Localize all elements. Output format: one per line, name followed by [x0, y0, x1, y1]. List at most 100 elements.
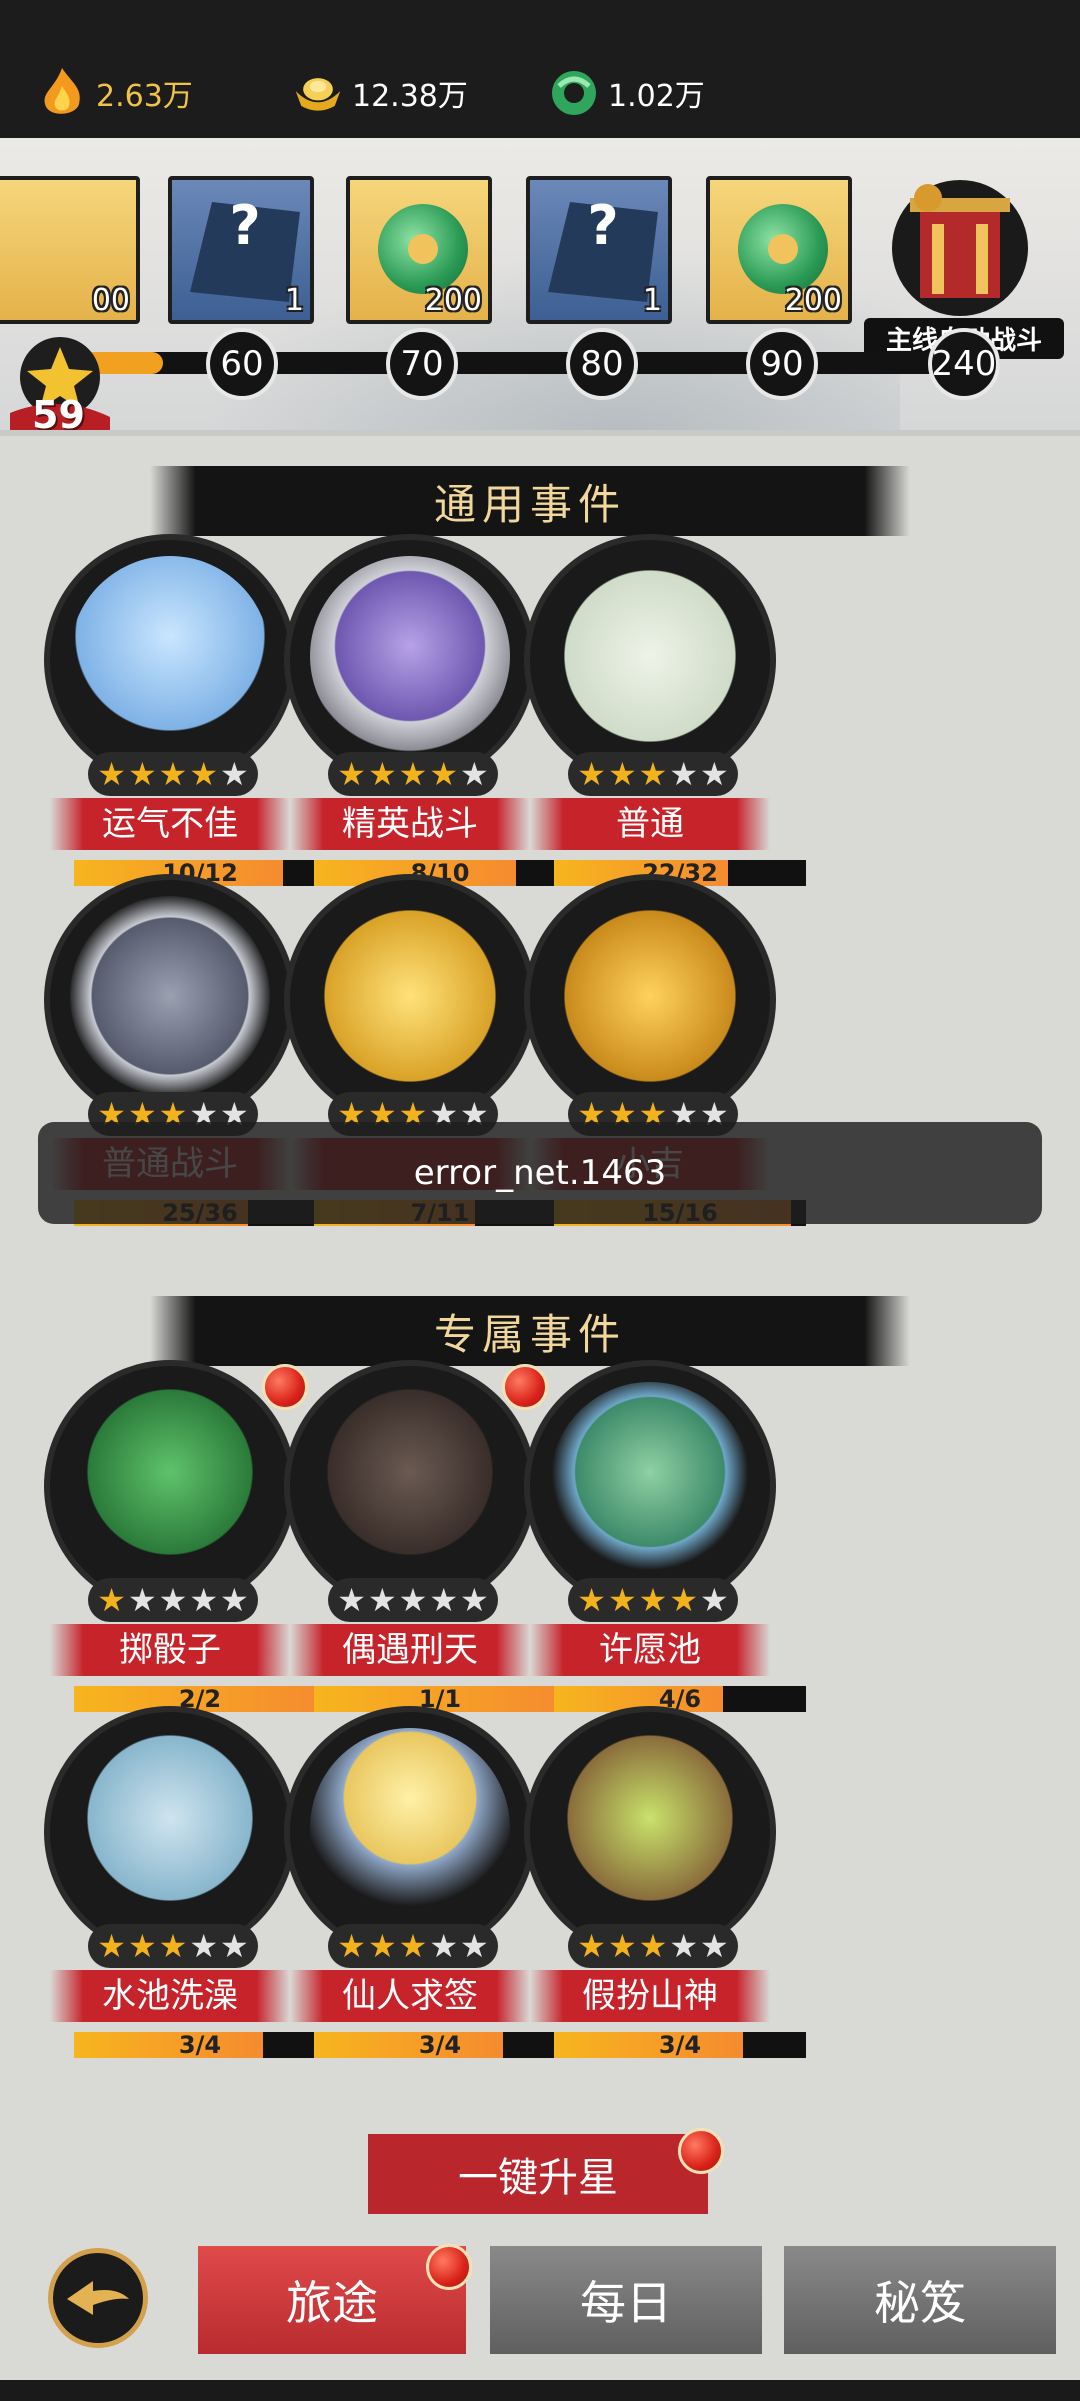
star-rating: ★ ★ ★ ★ ★ — [568, 1578, 738, 1622]
toad-icon — [550, 1382, 750, 1582]
reward-mystery-1[interactable]: ? 1 — [168, 176, 314, 324]
tab-secrets[interactable]: 秘笈 — [784, 2246, 1056, 2354]
reward-partial[interactable]: 00 — [0, 176, 140, 324]
star-filled-icon: ★ — [638, 755, 668, 793]
star-filled-icon: ★ — [158, 1927, 188, 1965]
star-empty-icon: ★ — [700, 755, 729, 793]
star-empty-icon: ★ — [669, 1927, 699, 1965]
reward-jade-1[interactable]: 200 — [346, 176, 492, 324]
star-empty-icon: ★ — [460, 1581, 489, 1619]
milestone-90[interactable]: 90 — [746, 328, 818, 400]
star-filled-icon: ★ — [607, 1927, 637, 1965]
reward-count: 200 — [424, 283, 482, 318]
exclusive-event-card[interactable]: ★ ★ ★ ★ ★ 许愿池 4/6 — [490, 1346, 810, 1716]
star-empty-icon: ★ — [158, 1581, 188, 1619]
milestone-80[interactable]: 80 — [566, 328, 638, 400]
star-rating: ★ ★ ★ ★ ★ — [328, 1924, 498, 1968]
star-empty-icon: ★ — [220, 755, 249, 793]
star-filled-icon: ★ — [158, 755, 188, 793]
beast-icon — [550, 896, 750, 1096]
star-filled-icon: ★ — [607, 755, 637, 793]
back-arrow-icon — [67, 2281, 129, 2315]
star-empty-icon: ★ — [189, 1927, 219, 1965]
star-filled-icon: ★ — [97, 1581, 126, 1619]
star-filled-icon: ★ — [127, 755, 157, 793]
back-button[interactable] — [48, 2248, 148, 2348]
star-filled-icon: ★ — [607, 1581, 637, 1619]
sage-icon — [310, 1728, 510, 1928]
bronze-icon — [310, 896, 510, 1096]
skull-icon — [310, 556, 510, 756]
star-filled-icon: ★ — [398, 755, 428, 793]
notification-dot — [678, 2128, 724, 2174]
reward-count: 200 — [784, 283, 842, 318]
star-empty-icon: ★ — [700, 1581, 729, 1619]
question-icon: ? — [587, 194, 619, 257]
question-icon: ? — [229, 194, 261, 257]
fire-value: 2.63万 — [96, 79, 193, 114]
star-filled-icon: ★ — [669, 1581, 699, 1619]
jade-icon — [548, 67, 600, 119]
star-empty-icon: ★ — [460, 1927, 489, 1965]
star-filled-icon: ★ — [429, 755, 459, 793]
girl-icon — [70, 1728, 270, 1928]
xingtian-icon — [310, 1382, 510, 1582]
star-rating: ★ ★ ★ ★ ★ — [328, 752, 498, 796]
scroll-icon — [550, 556, 750, 756]
star-empty-icon: ★ — [220, 1581, 249, 1619]
star-filled-icon: ★ — [367, 755, 397, 793]
star-filled-icon: ★ — [189, 755, 219, 793]
star-filled-icon: ★ — [97, 755, 126, 793]
event-name: 假扮山神 — [530, 1970, 770, 2022]
star-rating: ★ ★ ★ ★ ★ — [328, 1578, 498, 1622]
star-rating: ★ ★ ★ ★ ★ — [568, 752, 738, 796]
gold-ingot-icon — [292, 67, 344, 119]
level-value: 59 — [32, 393, 85, 436]
frog-icon — [70, 1382, 270, 1582]
resource-gold[interactable]: 12.38万 — [292, 58, 468, 128]
star-filled-icon: ★ — [638, 1927, 668, 1965]
milestone-70[interactable]: 70 — [386, 328, 458, 400]
star-filled-icon: ★ — [577, 1581, 606, 1619]
reward-mystery-2[interactable]: ? 1 — [526, 176, 672, 324]
star-empty-icon: ★ — [127, 1581, 157, 1619]
tab-daily[interactable]: 每日 — [490, 2246, 762, 2354]
mask-icon — [70, 896, 270, 1096]
reward-track: 00 ? 1 200 ? 1 200 59 60 70 80 90 240 — [0, 138, 1080, 436]
star-empty-icon: ★ — [220, 1927, 249, 1965]
star-filled-icon: ★ — [97, 1927, 126, 1965]
star-empty-icon: ★ — [429, 1581, 459, 1619]
star-empty-icon: ★ — [669, 755, 699, 793]
resource-fire[interactable]: 2.63万 — [36, 58, 193, 128]
star-filled-icon: ★ — [577, 755, 606, 793]
mountain-god-icon — [550, 1728, 750, 1928]
resource-jade[interactable]: 1.02万 — [548, 58, 705, 128]
error-toast: error_net.1463 — [38, 1122, 1042, 1224]
gold-value: 12.38万 — [352, 79, 468, 114]
jade-icon — [738, 204, 828, 294]
reward-count: 1 — [284, 283, 304, 318]
milestone-60[interactable]: 60 — [206, 328, 278, 400]
star-filled-icon: ★ — [398, 1927, 428, 1965]
star-filled-icon: ★ — [577, 1927, 606, 1965]
reward-count: 00 — [91, 283, 130, 318]
star-filled-icon: ★ — [337, 755, 366, 793]
reward-jade-2[interactable]: 200 — [706, 176, 852, 324]
jade-value: 1.02万 — [608, 79, 705, 114]
star-filled-icon: ★ — [367, 1927, 397, 1965]
milestone-240[interactable]: 240 — [928, 328, 1000, 400]
star-empty-icon: ★ — [367, 1581, 397, 1619]
star-empty-icon: ★ — [429, 1927, 459, 1965]
exclusive-event-card[interactable]: ★ ★ ★ ★ ★ 假扮山神 3/4 — [490, 1692, 810, 2062]
one-click-upgrade-button[interactable]: 一键升星 — [368, 2134, 708, 2214]
fire-icon — [36, 67, 88, 119]
jade-icon — [378, 204, 468, 294]
system-nav-strip — [0, 2380, 1080, 2401]
level-star-badge: 59 — [10, 333, 110, 436]
notification-dot — [426, 2244, 472, 2290]
star-rating: ★ ★ ★ ★ ★ — [88, 1578, 258, 1622]
resource-bar: 2.63万 12.38万 1.02万 — [0, 0, 1080, 138]
star-rating: ★ ★ ★ ★ ★ — [88, 752, 258, 796]
common-event-card[interactable]: ★ ★ ★ ★ ★ 普通 22/32 — [490, 520, 810, 890]
star-empty-icon: ★ — [700, 1927, 729, 1965]
